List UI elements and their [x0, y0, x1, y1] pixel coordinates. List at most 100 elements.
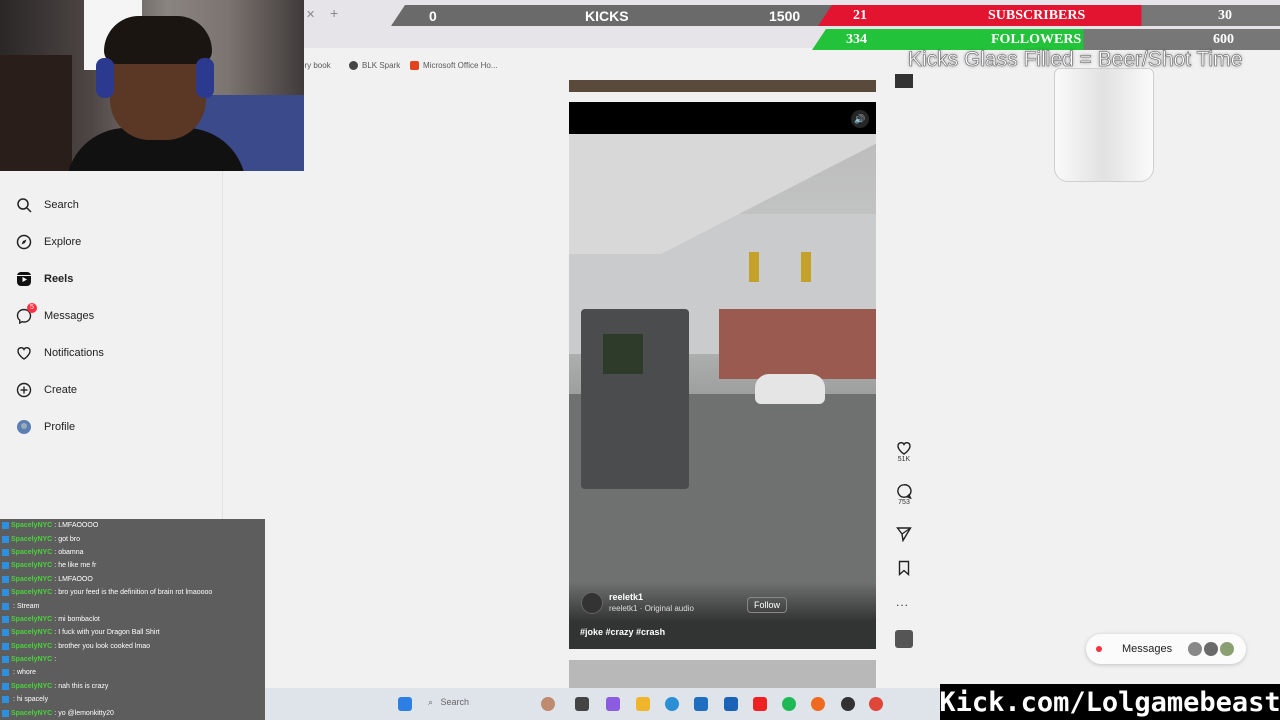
chat-username: SpacelyNYC: [11, 522, 53, 530]
kicks-current: 0: [429, 7, 437, 24]
comment-button[interactable]: 753: [892, 483, 916, 506]
avatar: [1188, 642, 1203, 656]
chat-message: SpacelyNYC: I fuck with your Dragon Ball …: [0, 626, 265, 639]
globe-icon: [349, 61, 358, 70]
task-view-icon[interactable]: [575, 697, 589, 711]
sidebar-item-create[interactable]: Create: [16, 382, 77, 398]
chat-username: SpacelyNYC: [11, 615, 53, 623]
sidebar-item-notifications[interactable]: Notifications: [16, 345, 104, 361]
chat-badge-icon: [2, 548, 9, 556]
copilot-icon[interactable]: [606, 697, 620, 711]
chat-separator: :: [54, 548, 57, 556]
avatar: [1220, 642, 1235, 656]
windows-start-icon[interactable]: [398, 697, 412, 711]
outlook-icon[interactable]: [724, 697, 738, 711]
followers-current: 334: [846, 31, 867, 47]
firefox-icon[interactable]: [811, 697, 825, 711]
send-icon: [896, 527, 912, 542]
sidebar-item-profile[interactable]: Profile: [16, 419, 75, 435]
chat-badge-icon: [2, 682, 9, 690]
chat-badge-icon: [2, 669, 9, 677]
chat-text: whore: [16, 669, 37, 677]
comment-icon: [897, 484, 912, 499]
chat-text: hi spacely: [16, 696, 49, 704]
messages-floating-button[interactable]: Messages: [1086, 634, 1246, 664]
reel-thumbnail[interactable]: [895, 74, 913, 88]
next-reel-preview[interactable]: [569, 660, 876, 688]
sidebar-item-messages[interactable]: 5 Messages: [16, 303, 95, 324]
chat-message: SpacelyNYC: bro your feed is the definiti…: [0, 586, 265, 599]
like-button[interactable]: 51K: [892, 440, 916, 463]
windows-taskbar: [265, 688, 940, 720]
chat-message: SpacelyNYC: nah this is crazy: [0, 680, 265, 693]
audio-thumbnail[interactable]: [895, 630, 913, 648]
share-button[interactable]: [892, 526, 916, 542]
taskbar-search[interactable]: ⌕ Search: [428, 697, 469, 708]
chat-badge-icon: [2, 709, 9, 717]
reel-caption: #joke #crazy #crash: [580, 627, 666, 637]
more-options-icon[interactable]: ...: [896, 595, 909, 609]
bookmark-item[interactable]: BLK Spark: [349, 61, 400, 70]
obs-icon[interactable]: [841, 697, 855, 711]
save-button[interactable]: [892, 560, 916, 576]
new-tab-icon[interactable]: +: [330, 5, 338, 21]
chat-message: SpacelyNYC: got bro: [0, 532, 265, 545]
chat-badge-icon: [2, 696, 9, 704]
chat-text: Stream: [16, 602, 40, 610]
reel-username[interactable]: reeletk1: [609, 592, 643, 602]
chat-text: mi bombaclot: [58, 615, 100, 623]
chat-username: SpacelyNYC: [11, 575, 53, 583]
file-explorer-icon[interactable]: [636, 697, 650, 711]
chat-badge-icon: [2, 535, 9, 543]
edge-icon[interactable]: [665, 697, 679, 711]
followers-goal-bar: 334 FOLLOWERS 600: [812, 29, 1280, 50]
chat-username: SpacelyNYC: [11, 535, 53, 543]
messages-badge: 5: [27, 303, 37, 313]
sidebar-item-search[interactable]: Search: [16, 197, 79, 213]
kicks-label: KICKS: [585, 7, 629, 24]
webcam-overlay: [0, 0, 304, 171]
chat-username: SpacelyNYC: [11, 642, 53, 650]
chat-message: : hi spacely: [0, 693, 265, 706]
sidebar-item-reels[interactable]: Reels: [16, 271, 73, 287]
sidebar-item-label: Profile: [44, 421, 76, 433]
chat-overlay: SpacelyNYC: LMFAOOOO SpacelyNYC: got bro Spa…: [0, 519, 265, 720]
close-tab-icon[interactable]: ✕: [306, 8, 315, 21]
chat-separator: :: [54, 682, 57, 690]
search-icon: [17, 198, 32, 213]
sidebar-item-explore[interactable]: Explore: [16, 234, 81, 250]
reel-video-player[interactable]: 🔊 reeletk1 reeletk1 · Original audio Fol…: [569, 102, 876, 649]
reel-audio[interactable]: reeletk1 · Original audio: [609, 604, 694, 613]
spotify-icon[interactable]: [782, 697, 796, 711]
chrome-icon[interactable]: [869, 697, 883, 711]
chat-text: he like me fr: [58, 562, 97, 570]
follow-button[interactable]: Follow: [747, 597, 788, 613]
previous-reel-edge: [569, 80, 876, 92]
youtube-icon[interactable]: [753, 697, 767, 711]
chat-text: I fuck with your Dragon Ball Shirt: [58, 629, 160, 637]
bookmark-item[interactable]: ory book: [300, 61, 331, 70]
heart-icon: [17, 347, 31, 360]
followers-goal: 600: [1213, 31, 1234, 47]
reel-author-avatar[interactable]: [581, 592, 603, 614]
chat-message: SpacelyNYC: LMFAOOOO: [0, 519, 265, 532]
chat-message: SpacelyNYC: yo @lemonkitty20: [0, 706, 265, 719]
chat-separator: :: [54, 535, 57, 543]
like-count: 51K: [897, 456, 911, 463]
office-icon: [410, 61, 419, 70]
chat-badge-icon: [2, 656, 9, 664]
sidebar-item-label: Messages: [44, 310, 95, 322]
mute-icon[interactable]: 🔊: [851, 110, 869, 128]
avatar-icon: [17, 420, 31, 434]
chat-message: SpacelyNYC: obamna: [0, 546, 265, 559]
sidebar-item-label: Reels: [44, 273, 74, 285]
chat-separator: :: [13, 696, 15, 704]
subs-goal: 30: [1218, 7, 1232, 23]
bookmark-item[interactable]: Microsoft Office Ho...: [410, 61, 498, 70]
notification-dot: [1096, 646, 1102, 652]
chat-separator: :: [54, 589, 57, 597]
chat-badge-icon: [2, 522, 9, 530]
chat-separator: :: [54, 522, 57, 530]
widget-icon[interactable]: [541, 697, 555, 711]
store-icon[interactable]: [694, 697, 708, 711]
